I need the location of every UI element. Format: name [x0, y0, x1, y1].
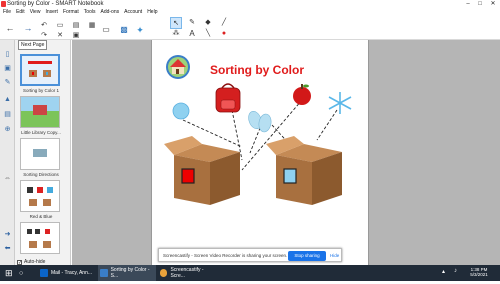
color-dot-icon[interactable]: ●	[218, 28, 230, 40]
grid-icon[interactable]: ▩	[118, 24, 130, 36]
menu-view[interactable]: View	[30, 9, 41, 15]
thumbnail-label-3: Sorting Directions	[23, 172, 59, 177]
back-icon[interactable]: ←	[4, 22, 16, 34]
maximize-button[interactable]: □	[475, 0, 485, 8]
right-sorting-box	[266, 136, 342, 205]
fill-tool-icon[interactable]: ⁂	[170, 28, 182, 40]
menu-format[interactable]: Format	[63, 9, 79, 15]
thumbnail-preview	[27, 187, 53, 206]
thumbnail-label-4: Red & Blue	[29, 214, 53, 219]
blue-snowflake-icon	[328, 92, 352, 114]
screen-share-bar: Screencastify - Screen Video Recorder is…	[158, 248, 342, 262]
line-tool-icon[interactable]: ╲	[202, 28, 214, 40]
side-tab-rail: ▯ ▣ ✎ ▲ ▤ ⊕ ⇔ ➜ ⬅	[0, 40, 15, 265]
chrome-app-icon	[160, 269, 168, 277]
left-sorting-box	[164, 136, 240, 205]
addons-tab-icon[interactable]: ▤	[3, 110, 12, 119]
red-apple-icon	[293, 84, 311, 105]
clock-date: 5/3/2021	[470, 272, 488, 277]
smart-notebook-logo-icon	[1, 1, 6, 7]
start-windows-icon[interactable]: ⊞	[3, 265, 13, 281]
notebook-app-icon	[100, 269, 108, 277]
menu-insert[interactable]: Insert	[45, 9, 58, 15]
menu-edit[interactable]: Edit	[16, 9, 25, 15]
screen-display-icon[interactable]: ▭	[100, 24, 112, 36]
next-arrow-icon[interactable]: ➜	[3, 230, 12, 239]
add-ons-icon[interactable]: ✦	[134, 24, 146, 36]
thumbnail-preview	[27, 229, 51, 248]
thumbnail-preview	[33, 149, 47, 157]
thumbnail-label-1: Sorting by Color 1	[22, 88, 60, 93]
gallery-tab-icon[interactable]: ▣	[3, 64, 12, 73]
task-label: Sorting by Color - S...	[110, 267, 150, 279]
menu-bar: File Edit View Insert Format Tools Add-o…	[0, 8, 500, 16]
checkbox-icon[interactable]: ✓	[17, 259, 22, 265]
page-sorter-panel: Sorting by Color 1 Little Library Copy..…	[15, 40, 82, 265]
blue-ball-icon	[172, 102, 190, 120]
red-backpack-icon	[215, 83, 241, 113]
page-thumbnail-2[interactable]	[20, 96, 60, 128]
menu-help[interactable]: Help	[147, 9, 157, 15]
table-icon[interactable]: ▦	[86, 20, 98, 32]
next-page-tooltip: Next Page	[18, 40, 48, 50]
menu-account[interactable]: Account	[124, 9, 142, 15]
title-bar: Sorting by Color - SMART Notebook – □ ✕	[0, 0, 500, 8]
lesson-activity-tab-icon[interactable]: ⊕	[3, 125, 12, 134]
text-tool-icon[interactable]: A	[186, 28, 198, 40]
volume-icon[interactable]: ♪	[454, 268, 457, 284]
minimize-button[interactable]: –	[463, 0, 473, 8]
window-title: Sorting by Color - SMART Notebook	[7, 1, 104, 7]
task-label: Mail - Tracy, Ann...	[51, 270, 93, 276]
expand-arrows-icon[interactable]: ⇔	[3, 174, 12, 183]
close-button[interactable]: ✕	[488, 0, 498, 8]
hide-button[interactable]: Hide	[330, 251, 339, 261]
page-thumbnail-1[interactable]	[20, 54, 60, 86]
network-icon[interactable]: ▴	[442, 268, 445, 284]
taskbar-search-icon[interactable]: ○	[17, 265, 23, 281]
menu-file[interactable]: File	[3, 9, 11, 15]
prev-arrow-icon[interactable]: ⬅	[3, 244, 12, 253]
task-label: Screencastify - Scre...	[170, 267, 204, 279]
thumbnail-preview	[28, 61, 52, 77]
page-thumbnail-5[interactable]	[20, 222, 60, 254]
taskbar: ⊞ ○ Mail - Tracy, Ann... Sorting by Colo…	[0, 265, 500, 281]
toolbar: ← → ↶ ↷ ▭ ✕ ▤ ▣ ▦ ▭ ▩ ✦ ↖ ✎ ◆ ╱ ⁂ A ╲ ●	[0, 16, 500, 40]
house-logo-icon	[166, 55, 190, 79]
mail-app-icon	[40, 269, 48, 277]
taskbar-task-notebook[interactable]: Sorting by Color - S...	[98, 265, 156, 281]
next-page-icon[interactable]: →	[22, 22, 34, 34]
page-title: Sorting by Color	[210, 63, 304, 77]
page-thumbnail-4[interactable]	[20, 180, 60, 212]
taskbar-task-mail[interactable]: Mail - Tracy, Ann...	[38, 265, 96, 281]
thumbnail-preview	[21, 97, 59, 127]
thumbnail-label-2: Little Library Copy...	[21, 130, 61, 135]
menu-addons[interactable]: Add-ons	[100, 9, 119, 15]
menu-tools[interactable]: Tools	[84, 9, 96, 15]
share-message: Screencastify - Screen Video Recorder is…	[163, 252, 288, 258]
taskbar-task-screencastify[interactable]: Screencastify - Scre...	[158, 265, 216, 281]
stop-sharing-button[interactable]: Stop sharing	[288, 251, 326, 261]
page-thumbnail-3[interactable]	[20, 138, 60, 170]
properties-tab-icon[interactable]: ▲	[3, 95, 12, 104]
attachments-tab-icon[interactable]: ✎	[3, 78, 12, 87]
page-sorter-tab-icon[interactable]: ▯	[3, 50, 12, 59]
